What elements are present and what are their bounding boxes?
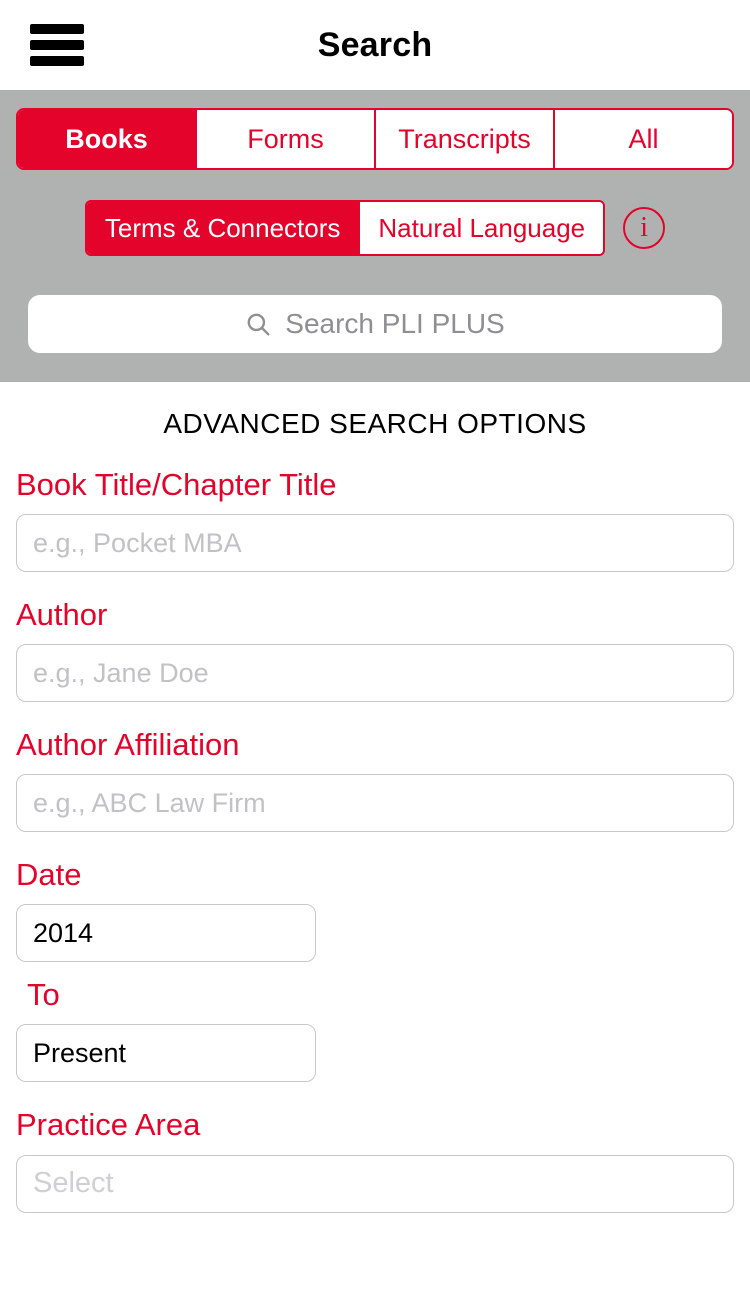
field-author-affiliation: Author Affiliation — [16, 727, 734, 833]
book-title-input[interactable] — [16, 514, 734, 573]
author-affiliation-input[interactable] — [16, 774, 734, 833]
search-input-container[interactable]: Search PLI PLUS — [28, 295, 722, 353]
field-book-title: Book Title/Chapter Title — [16, 467, 734, 573]
content-type-segmented-control: Books Forms Transcripts All — [16, 108, 734, 170]
mode-terms-and-connectors[interactable]: Terms & Connectors — [86, 202, 361, 254]
search-panel: Books Forms Transcripts All Terms & Conn… — [0, 90, 750, 382]
practice-area-select[interactable]: Select — [16, 1154, 734, 1213]
search-screen: Search Books Forms Transcripts All Terms… — [0, 0, 750, 1297]
label-book-title: Book Title/Chapter Title — [16, 467, 337, 502]
hamburger-bar — [30, 24, 84, 34]
hamburger-bar — [30, 56, 84, 66]
label-practice-area: Practice Area — [16, 1107, 201, 1143]
label-date: Date — [16, 857, 82, 893]
info-icon[interactable]: i — [623, 207, 666, 249]
page-title: Search — [317, 25, 433, 64]
mode-natural-language[interactable]: Natural Language — [360, 202, 604, 254]
search-input-placeholder: Search PLI PLUS — [285, 308, 505, 339]
hamburger-bar — [30, 40, 84, 50]
label-author-affiliation: Author Affiliation — [16, 727, 240, 763]
tab-forms[interactable]: Forms — [197, 110, 376, 168]
author-input[interactable] — [16, 644, 734, 703]
app-header: Search — [0, 0, 750, 90]
advanced-search-heading: ADVANCED SEARCH OPTIONS — [163, 408, 587, 439]
field-date-to: To — [16, 977, 734, 1083]
date-to-input[interactable] — [16, 1024, 316, 1083]
tab-books[interactable]: Books — [18, 110, 197, 168]
label-date-to: To — [27, 977, 60, 1013]
tab-transcripts[interactable]: Transcripts — [376, 110, 555, 168]
label-author: Author — [16, 597, 108, 633]
search-icon — [247, 313, 270, 336]
field-author: Author — [16, 597, 734, 703]
field-date-from: Date — [16, 857, 734, 963]
hamburger-menu-icon[interactable] — [30, 24, 84, 66]
tab-all[interactable]: All — [555, 110, 732, 168]
advanced-search-form: Book Title/Chapter Title Author Author A… — [0, 467, 750, 1213]
search-mode-segmented-control: Terms & Connectors Natural Language — [84, 200, 606, 256]
search-mode-row: Terms & Connectors Natural Language i — [0, 200, 750, 256]
date-from-input[interactable] — [16, 904, 316, 963]
field-practice-area: Practice Area Select — [16, 1107, 734, 1213]
